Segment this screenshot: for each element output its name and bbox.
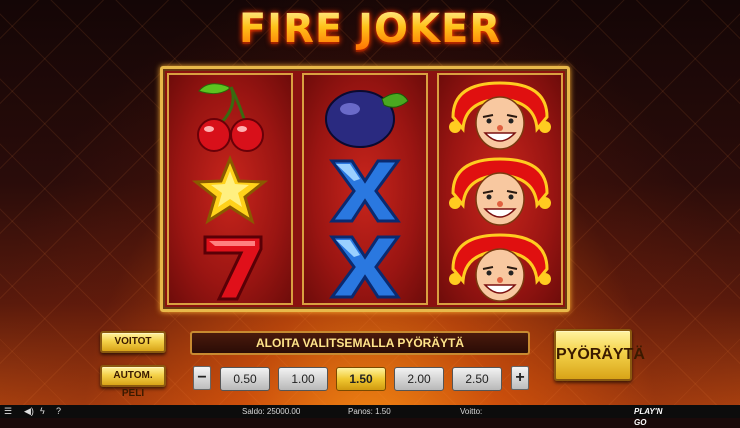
bet-option-selected[interactable]: 1.50: [336, 367, 386, 391]
wins-button[interactable]: VOITOT: [100, 331, 166, 353]
balance-label: Saldo: 25000.00: [242, 407, 301, 416]
game-stage: FIRE JOKER VOITOT AUTOM. PELI ALOITA VAL…: [0, 0, 740, 405]
joker-icon: [439, 77, 561, 153]
message-bar: ALOITA VALITSEMALLA PYÖRÄYTÄ: [190, 331, 530, 355]
help-icon[interactable]: ?: [56, 405, 61, 418]
reel-frame: [160, 66, 570, 312]
cherry-icon: [169, 77, 291, 153]
bet-increase-button[interactable]: +: [511, 366, 529, 390]
sound-icon[interactable]: ◀): [24, 405, 34, 418]
bet-option[interactable]: 2.50: [452, 367, 502, 391]
reel-2: [302, 73, 428, 305]
seven-icon: [169, 229, 291, 305]
bet-option[interactable]: 0.50: [220, 367, 270, 391]
reel-1: [167, 73, 293, 305]
autoplay-button[interactable]: AUTOM. PELI: [100, 365, 166, 399]
game-title: FIRE JOKER: [0, 6, 740, 52]
bet-decrease-button[interactable]: −: [193, 366, 211, 390]
bet-label: Panos: 1.50: [348, 407, 391, 416]
reel-3: [437, 73, 563, 305]
spin-button[interactable]: PYÖRÄYTÄ: [554, 329, 645, 381]
x-icon: [304, 229, 426, 305]
x-icon: [304, 153, 426, 229]
status-bar: ☰ ◀) ϟ ? Saldo: 25000.00 Panos: 1.50 Voi…: [0, 405, 740, 427]
joker-icon: [439, 229, 561, 305]
turbo-icon[interactable]: ϟ: [40, 405, 45, 418]
star-icon: [169, 153, 291, 229]
plum-icon: [304, 77, 426, 153]
provider-logo: PLAY'N GO: [634, 407, 663, 427]
menu-icon[interactable]: ☰: [4, 405, 12, 418]
bet-option[interactable]: 2.00: [394, 367, 444, 391]
bet-option[interactable]: 1.00: [278, 367, 328, 391]
joker-icon: [439, 153, 561, 229]
win-label: Voitto:: [460, 407, 483, 416]
